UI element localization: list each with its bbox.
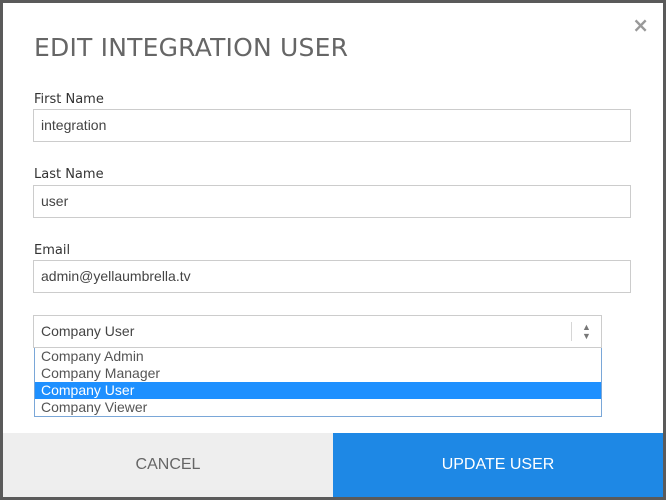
updown-arrow-icon: ▲ ▼ <box>571 322 601 341</box>
role-select-value: Company User <box>41 323 135 339</box>
modal-title: EDIT INTEGRATION USER <box>34 33 349 62</box>
role-option-company-manager[interactable]: Company Manager <box>35 365 601 382</box>
last-name-label: Last Name <box>34 167 104 182</box>
role-select[interactable]: Company User ▲ ▼ <box>33 315 602 348</box>
role-option-company-admin[interactable]: Company Admin <box>35 348 601 365</box>
cancel-button[interactable]: CANCEL <box>3 433 333 497</box>
first-name-input[interactable]: integration <box>33 109 631 142</box>
role-options-list: Company Admin Company Manager Company Us… <box>34 348 602 417</box>
close-icon[interactable]: × <box>632 15 649 35</box>
edit-user-modal: × EDIT INTEGRATION USER First Name integ… <box>3 3 663 497</box>
first-name-label: First Name <box>34 92 104 107</box>
modal-footer: CANCEL UPDATE USER <box>3 433 663 497</box>
role-option-company-viewer[interactable]: Company Viewer <box>35 399 601 416</box>
email-input[interactable]: admin@yellaumbrella.tv <box>33 260 631 293</box>
last-name-input[interactable]: user <box>33 185 631 218</box>
role-option-company-user[interactable]: Company User <box>35 382 601 399</box>
email-label: Email <box>34 243 71 258</box>
update-user-button[interactable]: UPDATE USER <box>333 433 663 497</box>
